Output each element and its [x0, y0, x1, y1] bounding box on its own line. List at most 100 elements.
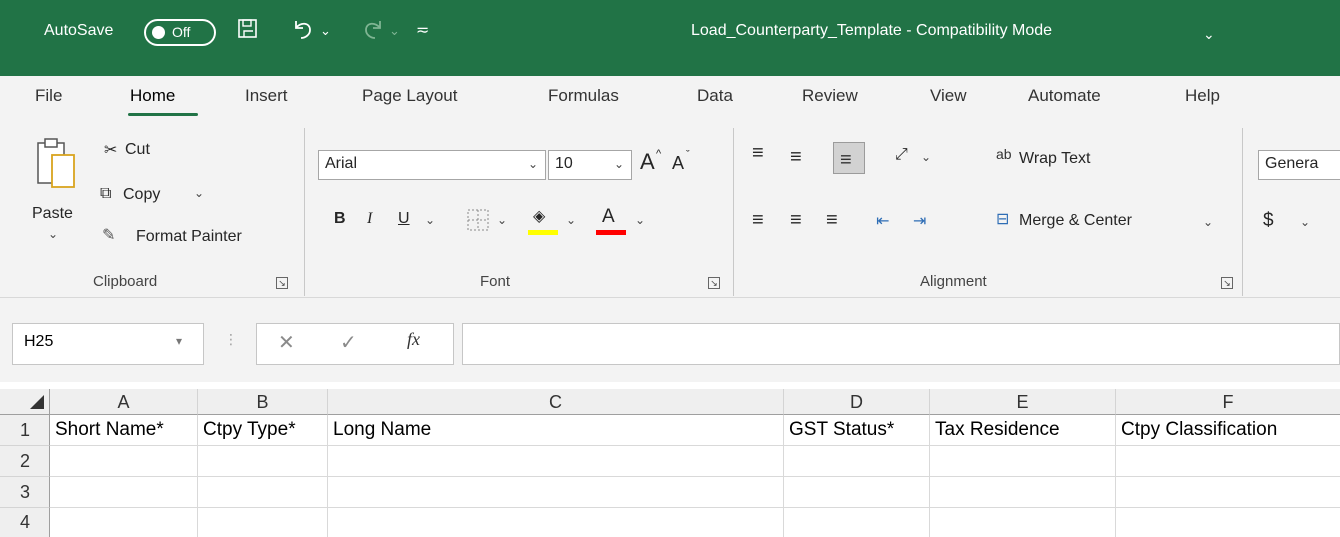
cell-d4[interactable]: [784, 508, 930, 537]
cell-e3[interactable]: [930, 477, 1116, 508]
row-header-1[interactable]: 1: [0, 415, 50, 446]
undo-dropdown-icon[interactable]: ⌄: [320, 17, 331, 45]
cell-e1[interactable]: Tax Residence: [930, 415, 1116, 446]
paste-label[interactable]: Paste: [32, 205, 73, 223]
cell-c2[interactable]: [328, 446, 784, 477]
column-header-b[interactable]: B: [198, 389, 328, 415]
clipboard-launcher-icon[interactable]: ↘: [276, 277, 288, 289]
copy-button[interactable]: Copy: [123, 186, 160, 204]
save-icon[interactable]: [236, 17, 260, 49]
tab-automate[interactable]: Automate: [1028, 86, 1101, 106]
cell-d1[interactable]: GST Status*: [784, 415, 930, 446]
cell-f1[interactable]: Ctpy Classification: [1116, 415, 1340, 446]
cut-button[interactable]: Cut: [125, 141, 150, 159]
font-size-dropdown-icon[interactable]: ⌄: [614, 157, 624, 171]
align-center-icon[interactable]: ≡: [790, 209, 802, 232]
decrease-indent-icon[interactable]: ⇤: [876, 211, 889, 231]
format-painter-button[interactable]: Format Painter: [136, 228, 242, 246]
borders-dropdown-icon[interactable]: ⌄: [497, 213, 507, 227]
cell-c3[interactable]: [328, 477, 784, 508]
tab-home[interactable]: Home: [130, 86, 175, 106]
tab-formulas[interactable]: Formulas: [548, 86, 619, 106]
redo-dropdown-icon[interactable]: ⌄: [389, 17, 400, 45]
font-name-combo[interactable]: Arial: [318, 150, 546, 180]
column-header-d[interactable]: D: [784, 389, 930, 415]
undo-icon[interactable]: [290, 17, 316, 49]
align-top-icon[interactable]: ≡: [752, 142, 764, 165]
select-all-button[interactable]: [0, 389, 50, 415]
cell-c4[interactable]: [328, 508, 784, 537]
borders-icon[interactable]: [466, 208, 492, 232]
cell-f3[interactable]: [1116, 477, 1340, 508]
font-name-dropdown-icon[interactable]: ⌄: [528, 157, 538, 171]
column-header-e[interactable]: E: [930, 389, 1116, 415]
bold-button[interactable]: B: [334, 210, 346, 228]
cancel-entry-icon[interactable]: ✕: [278, 330, 295, 355]
column-header-f[interactable]: F: [1116, 389, 1340, 415]
tab-data[interactable]: Data: [697, 86, 733, 106]
cell-a1[interactable]: Short Name*: [50, 415, 198, 446]
align-left-icon[interactable]: ≡: [752, 209, 764, 232]
wrap-text-button[interactable]: Wrap Text: [1019, 150, 1090, 168]
orientation-dropdown-icon[interactable]: ⌄: [921, 150, 931, 164]
formula-input[interactable]: [462, 323, 1340, 365]
cell-a3[interactable]: [50, 477, 198, 508]
column-header-c[interactable]: C: [328, 389, 784, 415]
currency-dropdown-icon[interactable]: ⌄: [1300, 215, 1310, 229]
cell-d3[interactable]: [784, 477, 930, 508]
column-header-a[interactable]: A: [50, 389, 198, 415]
name-box-dropdown-icon[interactable]: ▾: [176, 334, 182, 348]
font-launcher-icon[interactable]: ↘: [708, 277, 720, 289]
title-dropdown-icon[interactable]: ⌄: [1203, 20, 1215, 48]
font-color-dropdown-icon[interactable]: ⌄: [635, 213, 645, 227]
formula-bar-grip-icon[interactable]: ⋮: [224, 331, 238, 348]
paste-dropdown-icon[interactable]: ⌄: [48, 227, 58, 241]
orientation-icon[interactable]: ⤢: [895, 146, 908, 164]
fill-color-icon[interactable]: ◈: [533, 206, 545, 226]
cell-b2[interactable]: [198, 446, 328, 477]
tab-file[interactable]: File: [35, 86, 62, 106]
font-color-button[interactable]: A: [602, 206, 615, 228]
shrink-font-button[interactable]: A: [672, 153, 684, 174]
cell-a4[interactable]: [50, 508, 198, 537]
number-format-combo[interactable]: Genera: [1258, 150, 1340, 180]
row-header-3[interactable]: 3: [0, 477, 50, 508]
tab-review[interactable]: Review: [802, 86, 858, 106]
merge-center-button[interactable]: Merge & Center: [1019, 212, 1132, 230]
align-middle-icon[interactable]: ≡: [790, 146, 802, 169]
cell-c1[interactable]: Long Name: [328, 415, 784, 446]
row-header-4[interactable]: 4: [0, 508, 50, 537]
cell-a2[interactable]: [50, 446, 198, 477]
underline-button[interactable]: U: [398, 210, 410, 228]
italic-button[interactable]: I: [367, 210, 372, 228]
cell-e2[interactable]: [930, 446, 1116, 477]
cell-b1[interactable]: Ctpy Type*: [198, 415, 328, 446]
copy-dropdown-icon[interactable]: ⌄: [194, 186, 204, 200]
customize-qat-icon[interactable]: ≂: [416, 17, 429, 45]
cell-e4[interactable]: [930, 508, 1116, 537]
document-title[interactable]: Load_Counterparty_Template - Compatibili…: [691, 22, 1052, 40]
tab-insert[interactable]: Insert: [245, 86, 288, 106]
alignment-launcher-icon[interactable]: ↘: [1221, 277, 1233, 289]
cell-d2[interactable]: [784, 446, 930, 477]
cell-b3[interactable]: [198, 477, 328, 508]
fill-color-dropdown-icon[interactable]: ⌄: [566, 213, 576, 227]
tab-page-layout[interactable]: Page Layout: [362, 86, 457, 106]
tab-view[interactable]: View: [930, 86, 967, 106]
cell-f2[interactable]: [1116, 446, 1340, 477]
cell-b4[interactable]: [198, 508, 328, 537]
align-bottom-button[interactable]: ≡: [833, 142, 865, 174]
underline-dropdown-icon[interactable]: ⌄: [425, 213, 435, 227]
merge-center-dropdown-icon[interactable]: ⌄: [1203, 215, 1213, 229]
autosave-toggle[interactable]: Off: [144, 19, 216, 46]
cell-f4[interactable]: [1116, 508, 1340, 537]
insert-function-button[interactable]: fx: [407, 329, 420, 350]
redo-icon[interactable]: [360, 17, 386, 49]
confirm-entry-icon[interactable]: ✓: [340, 330, 357, 355]
tab-help[interactable]: Help: [1185, 86, 1220, 106]
align-right-icon[interactable]: ≡: [826, 209, 838, 232]
row-header-2[interactable]: 2: [0, 446, 50, 477]
increase-indent-icon[interactable]: ⇥: [913, 211, 926, 231]
currency-button[interactable]: $: [1263, 210, 1274, 232]
grow-font-button[interactable]: A: [640, 149, 655, 175]
